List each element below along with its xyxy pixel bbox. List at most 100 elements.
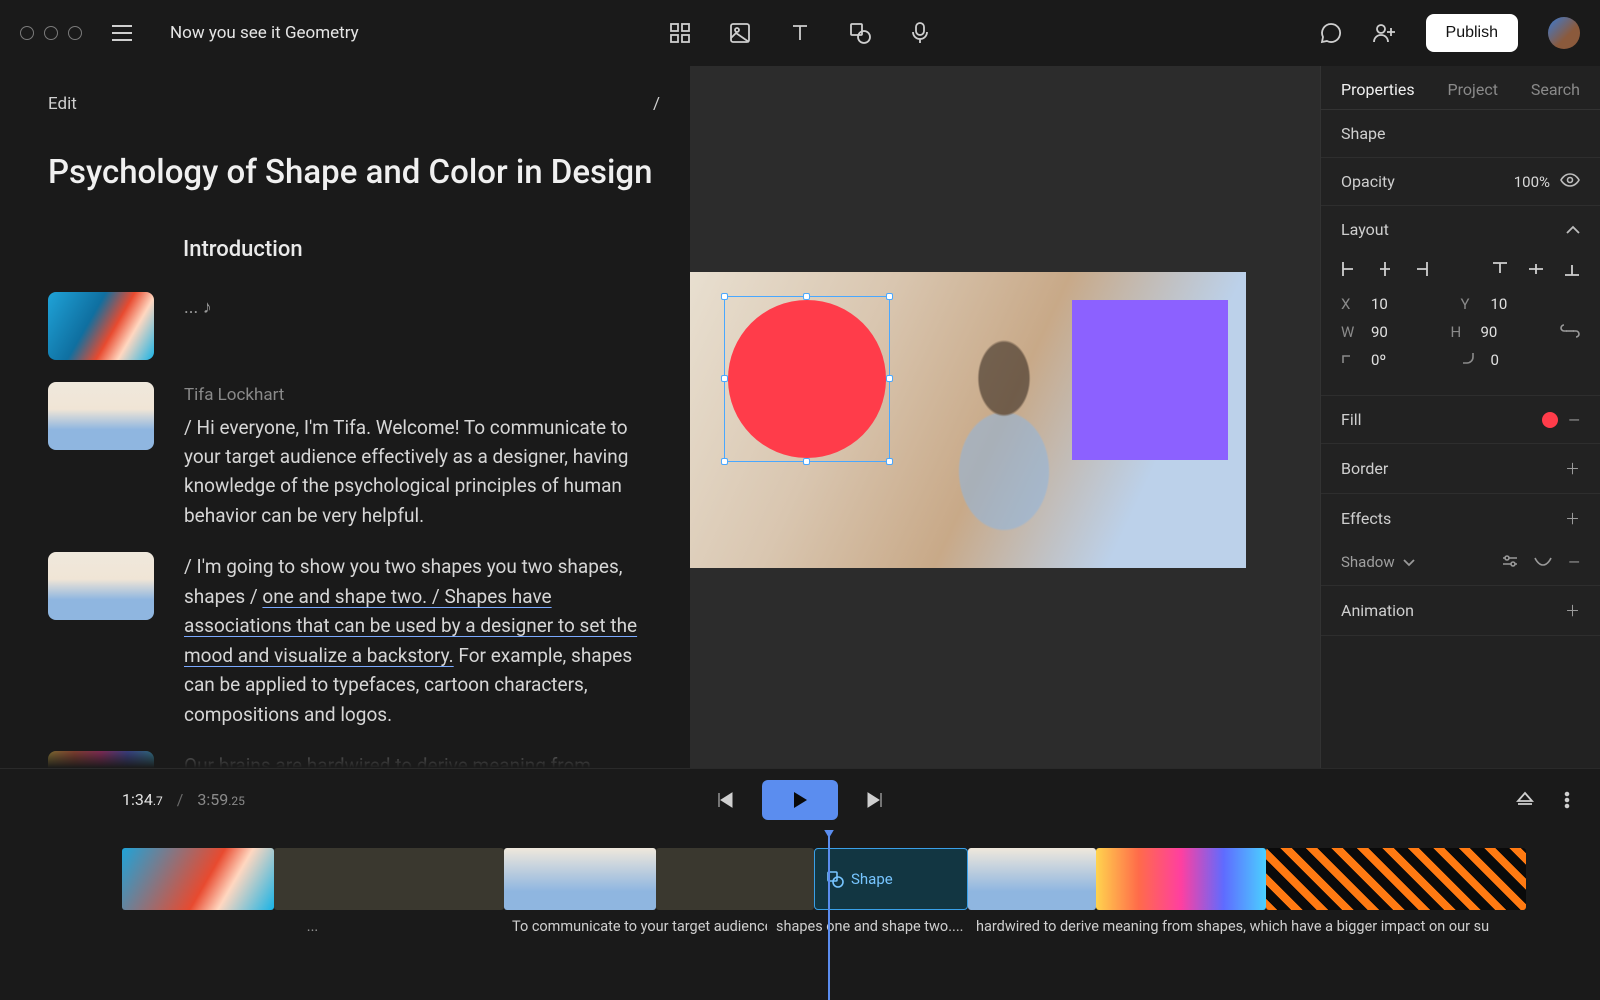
align-vcenter-icon[interactable] <box>1528 261 1544 277</box>
section-heading[interactable]: Introduction <box>183 237 660 262</box>
window-traffic-lights <box>20 26 82 40</box>
transcript-block[interactable]: / I'm going to show you two shapes you t… <box>184 552 660 729</box>
align-left-icon[interactable] <box>1341 261 1357 277</box>
insert-toolbar <box>670 0 930 66</box>
y-value[interactable]: 10 <box>1491 295 1508 313</box>
tab-properties[interactable]: Properties <box>1341 80 1415 99</box>
chevron-up-icon[interactable] <box>1566 221 1580 239</box>
align-hcenter-icon[interactable] <box>1377 261 1393 277</box>
add-effect-icon[interactable]: ＋ <box>1565 508 1580 529</box>
layout-label: Layout <box>1341 220 1389 239</box>
timeline-shape-clip[interactable]: Shape <box>814 848 968 910</box>
align-top-icon[interactable] <box>1492 261 1508 277</box>
shape-square[interactable] <box>1072 300 1228 460</box>
tab-project[interactable]: Project <box>1448 80 1498 99</box>
selection-box[interactable] <box>724 296 890 462</box>
top-bar: Now you see it Geometry Publish <box>0 0 1600 66</box>
traffic-minimize[interactable] <box>44 26 58 40</box>
slash-hint[interactable]: / <box>653 94 660 114</box>
w-label: W <box>1341 323 1361 341</box>
clip-thumbnail[interactable] <box>48 382 154 450</box>
shadow-label[interactable]: Shadow <box>1341 553 1395 571</box>
transport-bar: 1:34.7 / 3:59.25 <box>0 768 1600 830</box>
effect-settings-icon[interactable] <box>1502 553 1518 571</box>
text-icon[interactable] <box>790 23 810 43</box>
timecode[interactable]: 1:34.7 / 3:59.25 <box>122 790 245 809</box>
transcript-block[interactable]: Tifa Lockhart / Hi everyone, I'm Tifa. W… <box>184 382 660 530</box>
transcript-text[interactable]: / Hi everyone, I'm Tifa. Welcome! To com… <box>184 416 628 527</box>
timeline-clip[interactable] <box>122 848 274 910</box>
effect-visibility-icon[interactable] <box>1534 553 1552 571</box>
animation-label: Animation <box>1341 601 1414 620</box>
transcript-panel: Edit / Psychology of Shape and Color in … <box>0 66 690 768</box>
corner-radius-value[interactable]: 0 <box>1491 351 1499 369</box>
add-border-icon[interactable]: ＋ <box>1565 458 1580 479</box>
project-title[interactable]: Now you see it Geometry <box>170 23 359 43</box>
eject-icon[interactable] <box>1516 791 1534 809</box>
align-right-icon[interactable] <box>1413 261 1429 277</box>
x-label: X <box>1341 295 1361 313</box>
fill-swatch[interactable] <box>1542 412 1558 428</box>
user-avatar[interactable] <box>1548 17 1580 49</box>
x-value[interactable]: 10 <box>1371 295 1388 313</box>
clip-thumbnail[interactable] <box>48 292 154 360</box>
visibility-icon[interactable] <box>1560 173 1580 191</box>
shape-icon[interactable] <box>850 23 870 43</box>
caption-track[interactable]: ... To communicate to your target audien… <box>122 912 1600 940</box>
rotate-icon <box>1341 351 1361 369</box>
chevron-down-icon[interactable] <box>1403 553 1415 571</box>
effects-label: Effects <box>1341 509 1391 528</box>
traffic-close[interactable] <box>20 26 34 40</box>
corner-radius-icon <box>1461 351 1481 369</box>
document-title[interactable]: Psychology of Shape and Color in Design <box>48 152 660 193</box>
speaker-label: Tifa Lockhart <box>184 382 660 408</box>
current-time-fraction: .7 <box>153 794 163 808</box>
timeline-clip[interactable] <box>656 848 814 910</box>
comments-icon[interactable] <box>1320 22 1342 44</box>
alignment-controls <box>1321 253 1600 281</box>
remove-fill-icon[interactable]: — <box>1568 411 1580 429</box>
canvas-panel[interactable] <box>690 66 1320 768</box>
rotation-value[interactable]: 0º <box>1371 351 1386 369</box>
add-animation-icon[interactable]: ＋ <box>1565 600 1580 621</box>
mic-icon[interactable] <box>910 22 930 44</box>
caption-segment[interactable]: ... <box>122 912 504 940</box>
y-label: Y <box>1461 295 1481 313</box>
remove-effect-icon[interactable]: — <box>1568 553 1580 571</box>
h-value[interactable]: 90 <box>1481 323 1498 341</box>
image-icon[interactable] <box>730 23 750 43</box>
align-bottom-icon[interactable] <box>1564 261 1580 277</box>
w-value[interactable]: 90 <box>1371 323 1388 341</box>
link-dimensions-icon[interactable] <box>1560 323 1580 341</box>
fade-overlay <box>0 728 690 768</box>
duration: 3:59 <box>197 790 228 809</box>
skip-forward-icon[interactable] <box>866 791 884 809</box>
clip-thumbnail[interactable] <box>48 552 154 620</box>
clip-track[interactable]: Shape <box>122 848 1600 910</box>
h-label: H <box>1451 323 1471 341</box>
caption-segment[interactable]: hardwired to derive meaning from shapes,… <box>968 912 1600 940</box>
tab-search[interactable]: Search <box>1531 80 1580 99</box>
skip-back-icon[interactable] <box>716 791 734 809</box>
timeline-clip[interactable] <box>968 848 1096 910</box>
timeline-clip[interactable] <box>274 848 504 910</box>
grid-icon[interactable] <box>670 23 690 43</box>
shape-clip-label: Shape <box>851 870 893 888</box>
play-button[interactable] <box>762 780 838 820</box>
timeline-clip[interactable] <box>504 848 656 910</box>
publish-button[interactable]: Publish <box>1426 14 1518 52</box>
timeline-clip[interactable] <box>1266 848 1526 910</box>
more-icon[interactable] <box>1564 791 1570 809</box>
properties-panel: Properties Project Search Shape Opacity … <box>1320 66 1600 768</box>
timeline[interactable]: Shape ... To communicate to your target … <box>0 830 1600 1000</box>
menu-icon[interactable] <box>112 25 132 41</box>
opacity-value[interactable]: 100% <box>1514 173 1550 191</box>
fill-label: Fill <box>1341 410 1362 429</box>
caption-segment[interactable]: To communicate to your target audience..… <box>504 912 768 940</box>
invite-icon[interactable] <box>1372 22 1396 44</box>
timeline-clip[interactable] <box>1096 848 1266 910</box>
edit-mode-label[interactable]: Edit <box>48 94 77 114</box>
caption-segment[interactable]: shapes one and shape two.... <box>768 912 968 940</box>
playhead[interactable] <box>828 830 830 1000</box>
traffic-zoom[interactable] <box>68 26 82 40</box>
